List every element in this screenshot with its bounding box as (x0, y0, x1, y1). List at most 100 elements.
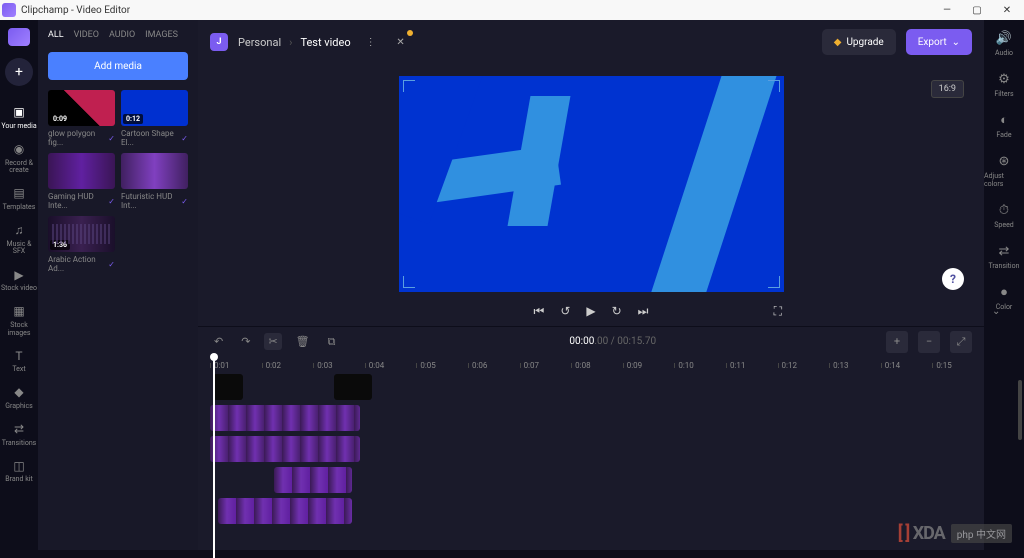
video-canvas[interactable] (399, 76, 784, 292)
nav-text[interactable]: TText (0, 343, 38, 380)
clip[interactable] (210, 405, 360, 431)
watermark: [ ] XDA php 中文网 (898, 523, 1012, 544)
nav-music-sfx[interactable]: ♫Music & SFX (0, 218, 38, 262)
tab-video[interactable]: VIDEO (74, 30, 99, 40)
ruler-tick: 0:06 (468, 356, 520, 374)
rt-adjust-colors[interactable]: ⊛Adjust colors (984, 153, 1024, 188)
zoom-in-button[interactable]: + (886, 331, 908, 353)
nav-stock-video[interactable]: ▶Stock video (0, 262, 38, 299)
media-panel: ALL VIDEO AUDIO IMAGES Add media 0:09glo… (38, 20, 198, 550)
workspace-badge[interactable]: J (210, 33, 228, 51)
rt-audio[interactable]: 🔊Audio (995, 30, 1013, 57)
ruler-tick: 0:09 (623, 356, 675, 374)
ruler-tick: 0:14 (881, 356, 933, 374)
media-item[interactable]: 0:12Cartoon Shape El...✓ (121, 90, 188, 147)
nav-icon: T (12, 349, 26, 363)
cut-button[interactable]: ✂ (264, 333, 281, 350)
rt-filters[interactable]: ⚙Filters (994, 71, 1013, 98)
export-button[interactable]: Export⌄ (906, 29, 972, 55)
nav-icon: ♫ (12, 224, 26, 238)
delete-button[interactable]: 🗑 (292, 333, 314, 350)
workspace-name[interactable]: Personal (238, 36, 281, 49)
media-item[interactable]: Gaming HUD Inte...✓ (48, 153, 115, 210)
ruler-tick: 0:13 (829, 356, 881, 374)
track-2 (210, 405, 984, 433)
add-button[interactable]: + (5, 58, 33, 86)
ruler-tick: 0:02 (262, 356, 314, 374)
timeline[interactable] (198, 374, 984, 550)
nav-transitions[interactable]: ⇄Transitions (0, 417, 38, 454)
nav-record-create[interactable]: ◉Record & create (0, 137, 38, 181)
project-name[interactable]: Test video (300, 36, 350, 49)
tab-audio[interactable]: AUDIO (109, 30, 135, 40)
aspect-ratio-button[interactable]: 16:9 (931, 80, 964, 98)
rt-transition[interactable]: ⇄Transition (989, 243, 1020, 270)
chevron-right-icon: › (289, 36, 292, 49)
window-title: Clipchamp - Video Editor (21, 5, 130, 16)
diamond-icon: ◆ (834, 37, 842, 48)
nav-brand-kit[interactable]: ◫Brand kit (0, 453, 38, 490)
track-1 (210, 374, 984, 402)
rewind-button[interactable]: ↺ (560, 304, 570, 318)
right-panel: 🔊Audio ⚙Filters ◐Fade ⊛Adjust colors ⏱Speed ⇄… (984, 20, 1024, 550)
clip[interactable] (210, 436, 360, 462)
maximize-button[interactable]: ▢ (962, 2, 992, 18)
zoom-out-button[interactable]: − (918, 331, 940, 353)
rt-speed[interactable]: ⏱Speed (994, 202, 1013, 229)
nav-stock-images[interactable]: ▦Stock images (0, 299, 38, 343)
duplicate-button[interactable]: ⧉ (324, 333, 340, 351)
nav-your-media[interactable]: ▣Your media (0, 100, 38, 137)
rt-icon: ⚙ (996, 71, 1012, 87)
nav-icon: ▤ (12, 187, 26, 201)
next-button[interactable]: ⏭ (638, 304, 649, 319)
tab-images[interactable]: IMAGES (145, 30, 178, 40)
nav-icon: ⇄ (12, 423, 26, 437)
minimize-button[interactable]: — (932, 2, 962, 18)
upgrade-button[interactable]: ◆Upgrade (822, 29, 896, 55)
fullscreen-button[interactable]: ⛶ (774, 304, 782, 319)
media-item[interactable]: Futuristic HUD Int...✓ (121, 153, 188, 210)
nav-templates[interactable]: ▤Templates (0, 181, 38, 218)
close-button[interactable]: ✕ (992, 2, 1022, 18)
clip[interactable] (334, 374, 372, 400)
playback-controls: ⏮ ↺ ▶ ↻ ⏭ ⛶ (198, 296, 984, 326)
clip[interactable] (218, 498, 352, 524)
collapse-icon[interactable]: ⌄ (992, 306, 1006, 314)
media-item[interactable]: 0:09glow polygon fig...✓ (48, 90, 115, 147)
undo-button[interactable]: ↶ (210, 333, 227, 350)
app-icon (2, 3, 16, 17)
ruler-tick: 0:05 (416, 356, 468, 374)
ruler-tick: 0:01 (210, 356, 262, 374)
timeline-toolbar: ↶ ↷ ✂ 🗑 ⧉ 00:00.00 / 00:15.70 + − ⤢ (198, 326, 984, 356)
clip[interactable] (274, 467, 352, 493)
topbar: J Personal › Test video ⋮ ✕ ◆Upgrade Exp… (198, 20, 984, 64)
add-media-button[interactable]: Add media (48, 52, 188, 80)
rt-fade[interactable]: ◐Fade (996, 112, 1012, 139)
media-tabs: ALL VIDEO AUDIO IMAGES (38, 20, 198, 48)
nav-icon: ◆ (12, 386, 26, 400)
forward-button[interactable]: ↻ (612, 304, 622, 318)
time-display: 00:00.00 / 00:15.70 (569, 336, 656, 347)
help-button[interactable]: ? (942, 268, 964, 290)
play-button[interactable]: ▶ (586, 304, 595, 318)
ruler-tick: 0:03 (313, 356, 365, 374)
ruler-tick: 0:10 (674, 356, 726, 374)
rt-icon: ◐ (996, 112, 1012, 128)
fit-button[interactable]: ⤢ (950, 331, 972, 353)
timeline-ruler[interactable]: 0:010:020:030:040:050:060:070:080:090:10… (198, 356, 984, 374)
ruler-tick: 0:04 (365, 356, 417, 374)
nav-icon: ◉ (12, 143, 26, 157)
rt-icon: ● (996, 284, 1012, 300)
timeline-scrollbar[interactable] (1018, 380, 1022, 440)
save-status-icon[interactable]: ✕ (391, 32, 411, 52)
playhead-line (213, 358, 215, 558)
nav-graphics[interactable]: ◆Graphics (0, 380, 38, 417)
prev-button[interactable]: ⏮ (534, 304, 545, 319)
redo-button[interactable]: ↷ (237, 333, 254, 350)
more-button[interactable]: ⋮ (361, 32, 381, 52)
tab-all[interactable]: ALL (48, 30, 64, 40)
media-item[interactable]: 1:36Arabic Action Ad...✓ (48, 216, 115, 273)
clip[interactable] (213, 374, 243, 400)
nav-icon: ▦ (12, 305, 26, 319)
ruler-tick: 0:15 (932, 356, 984, 374)
